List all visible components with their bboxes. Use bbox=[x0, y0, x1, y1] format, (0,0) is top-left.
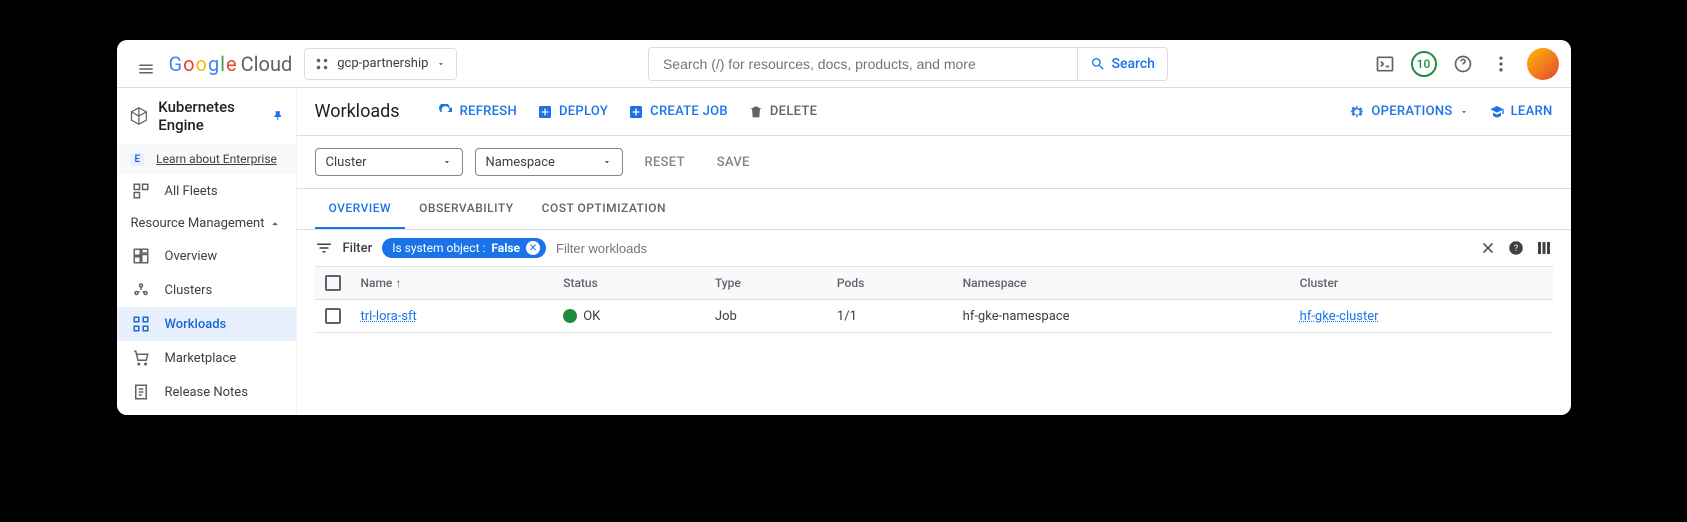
workloads-table: Name ↑ Status Type Pods Namespace Cluste… bbox=[315, 266, 1553, 333]
google-cloud-logo[interactable]: GoogleCloud bbox=[169, 52, 293, 76]
filter-label: Filter bbox=[343, 241, 373, 256]
status-badge: OK bbox=[563, 309, 695, 324]
sidebar-item-label: Marketplace bbox=[165, 351, 237, 366]
clear-icon[interactable] bbox=[1479, 239, 1497, 257]
trash-icon bbox=[748, 104, 764, 120]
cluster-link[interactable]: hf-gke-cluster bbox=[1300, 309, 1379, 324]
topbar: GoogleCloud gcp-partnership Search 10 bbox=[117, 40, 1571, 88]
workloads-icon bbox=[131, 314, 151, 334]
chevron-up-icon bbox=[268, 217, 282, 231]
workload-pods: 1/1 bbox=[827, 300, 953, 333]
filterbar: Cluster Namespace RESET SAVE bbox=[297, 136, 1571, 189]
deploy-button[interactable]: DEPLOY bbox=[537, 104, 608, 120]
pin-icon[interactable] bbox=[272, 109, 284, 123]
workload-namespace: hf-gke-namespace bbox=[953, 300, 1290, 333]
sidebar-item-marketplace[interactable]: Marketplace bbox=[117, 341, 296, 375]
col-namespace[interactable]: Namespace bbox=[953, 267, 1290, 300]
main: Workloads REFRESH DEPLOY CREATE JOB DELE… bbox=[297, 88, 1571, 415]
cloud-shell-icon[interactable] bbox=[1373, 52, 1397, 76]
release-notes-icon bbox=[131, 382, 151, 402]
col-pods[interactable]: Pods bbox=[827, 267, 953, 300]
project-selector[interactable]: gcp-partnership bbox=[304, 48, 457, 80]
table-header-row: Name ↑ Status Type Pods Namespace Cluste… bbox=[315, 267, 1553, 300]
create-job-button[interactable]: CREATE JOB bbox=[628, 104, 728, 120]
save-button[interactable]: SAVE bbox=[707, 155, 760, 170]
credits-badge[interactable]: 10 bbox=[1411, 51, 1437, 77]
refresh-icon bbox=[438, 104, 454, 120]
namespace-dropdown[interactable]: Namespace bbox=[475, 148, 623, 176]
sidebar-item-fleets[interactable]: All Fleets bbox=[117, 174, 296, 208]
col-name[interactable]: Name ↑ bbox=[351, 267, 554, 300]
clusters-icon bbox=[131, 280, 151, 300]
plus-box-icon bbox=[537, 104, 553, 120]
learn-button[interactable]: LEARN bbox=[1489, 104, 1553, 120]
plus-box-icon bbox=[628, 104, 644, 120]
hamburger-icon[interactable] bbox=[129, 52, 153, 76]
chevron-down-icon bbox=[436, 59, 446, 69]
more-icon[interactable] bbox=[1489, 52, 1513, 76]
sidebar-item-label: Release Notes bbox=[165, 385, 248, 400]
avatar[interactable] bbox=[1527, 48, 1559, 80]
row-checkbox[interactable] bbox=[325, 308, 341, 324]
filter-input[interactable] bbox=[556, 241, 1468, 256]
sidebar-item-release-notes[interactable]: Release Notes bbox=[117, 375, 296, 409]
refresh-button[interactable]: REFRESH bbox=[438, 104, 517, 120]
sidebar: Kubernetes Engine E Learn about Enterpri… bbox=[117, 88, 297, 415]
project-name: gcp-partnership bbox=[337, 56, 428, 71]
chevron-down-icon bbox=[1459, 107, 1469, 117]
sidebar-collapse[interactable] bbox=[117, 409, 296, 415]
help-icon[interactable]: ? bbox=[1507, 239, 1525, 257]
chevron-down-icon bbox=[602, 157, 612, 167]
learn-icon bbox=[1489, 104, 1505, 120]
filter-chip[interactable]: Is system object : False ✕ bbox=[382, 238, 546, 258]
select-all-checkbox[interactable] bbox=[325, 275, 341, 291]
filter-icon[interactable] bbox=[315, 239, 333, 257]
search-button[interactable]: Search bbox=[1077, 48, 1167, 80]
sidebar-section-resource[interactable]: Resource Management bbox=[117, 208, 296, 239]
search-input[interactable] bbox=[649, 48, 1077, 80]
gke-icon bbox=[129, 104, 149, 128]
sidebar-item-clusters[interactable]: Clusters bbox=[117, 273, 296, 307]
overview-icon bbox=[131, 246, 151, 266]
search-box: Search bbox=[648, 47, 1168, 81]
tab-cost-optimization[interactable]: COST OPTIMIZATION bbox=[528, 189, 680, 229]
svg-text:?: ? bbox=[1513, 244, 1517, 254]
enterprise-link[interactable]: Learn about Enterprise bbox=[156, 152, 277, 166]
columns-icon[interactable] bbox=[1535, 239, 1553, 257]
sidebar-item-label: Overview bbox=[165, 249, 218, 264]
tab-observability[interactable]: OBSERVABILITY bbox=[405, 189, 528, 229]
filter-row: Filter Is system object : False ✕ ? bbox=[297, 230, 1571, 266]
col-type[interactable]: Type bbox=[705, 267, 827, 300]
help-icon[interactable] bbox=[1451, 52, 1475, 76]
fleets-icon bbox=[131, 181, 151, 201]
sidebar-item-workloads[interactable]: Workloads bbox=[117, 307, 296, 341]
sidebar-item-label: All Fleets bbox=[165, 184, 218, 199]
sidebar-item-label: Clusters bbox=[165, 283, 213, 298]
enterprise-badge: E bbox=[131, 153, 145, 166]
enterprise-banner[interactable]: E Learn about Enterprise bbox=[117, 144, 296, 174]
workload-type: Job bbox=[705, 300, 827, 333]
workload-name-link[interactable]: trl-lora-sft bbox=[361, 309, 417, 324]
sidebar-title: Kubernetes Engine bbox=[158, 98, 262, 134]
operations-button[interactable]: OPERATIONS bbox=[1349, 104, 1468, 120]
cluster-dropdown[interactable]: Cluster bbox=[315, 148, 463, 176]
tab-overview[interactable]: OVERVIEW bbox=[315, 189, 406, 229]
table-row: trl-lora-sft OK Job 1/1 hf-gke-namespace… bbox=[315, 300, 1553, 333]
search-icon bbox=[1090, 56, 1106, 72]
sort-asc-icon: ↑ bbox=[395, 276, 401, 290]
chevron-down-icon bbox=[442, 157, 452, 167]
marketplace-icon bbox=[131, 348, 151, 368]
actionbar: Workloads REFRESH DEPLOY CREATE JOB DELE… bbox=[297, 88, 1571, 136]
sidebar-item-overview[interactable]: Overview bbox=[117, 239, 296, 273]
chip-remove-icon[interactable]: ✕ bbox=[526, 241, 540, 255]
tabs: OVERVIEW OBSERVABILITY COST OPTIMIZATION bbox=[297, 189, 1571, 230]
col-cluster[interactable]: Cluster bbox=[1290, 267, 1553, 300]
project-icon bbox=[315, 57, 329, 71]
col-status[interactable]: Status bbox=[553, 267, 705, 300]
sidebar-item-label: Workloads bbox=[165, 317, 227, 332]
reset-button[interactable]: RESET bbox=[635, 155, 695, 170]
gear-icon bbox=[1349, 104, 1365, 120]
delete-button[interactable]: DELETE bbox=[748, 104, 817, 120]
page-title: Workloads bbox=[315, 101, 400, 122]
